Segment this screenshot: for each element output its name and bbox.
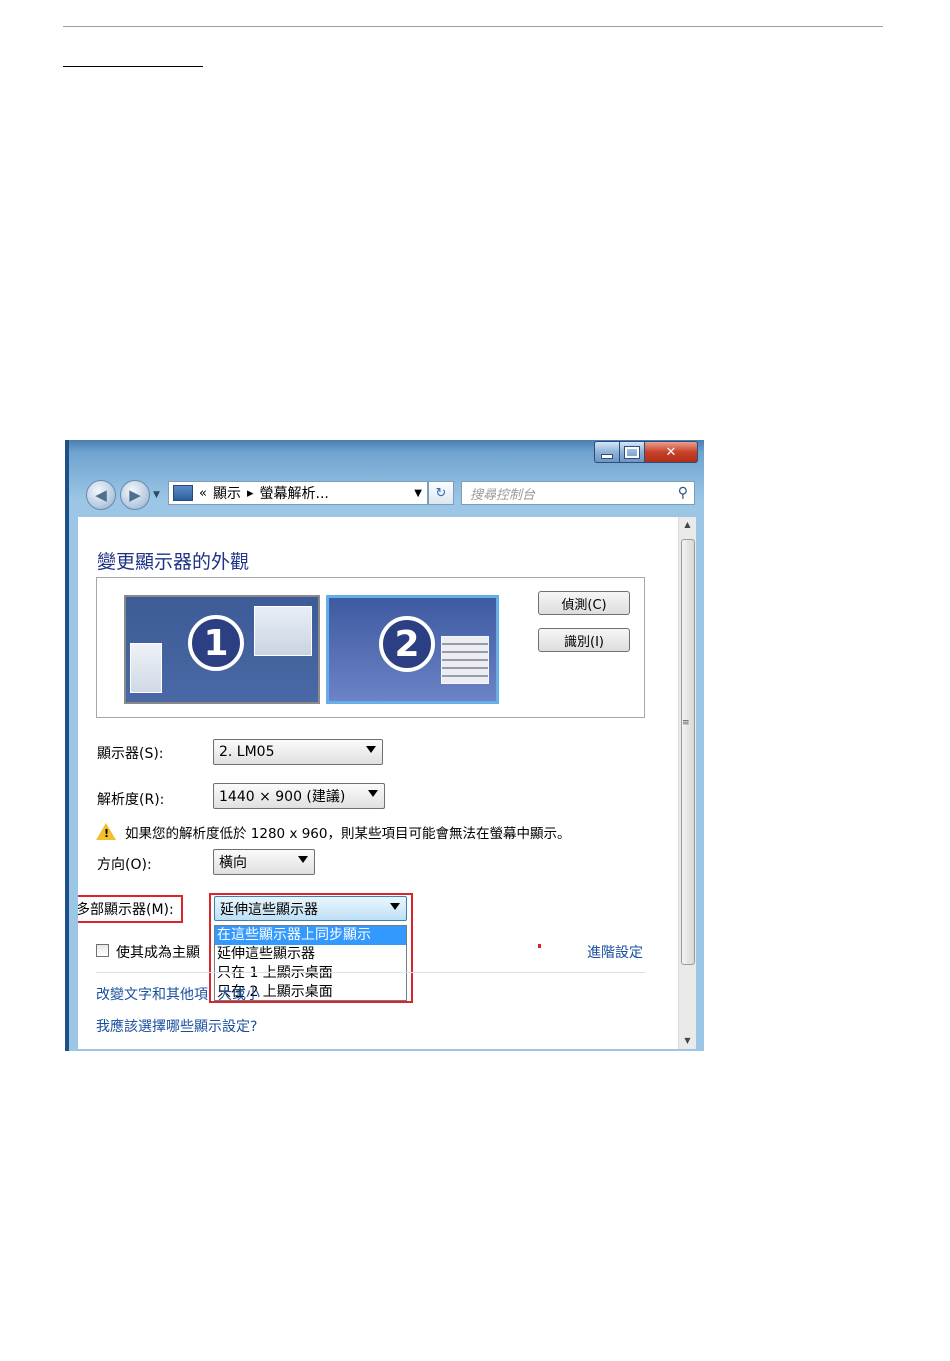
- monitor-number: 2: [379, 616, 435, 672]
- maximize-button[interactable]: [620, 441, 645, 463]
- advanced-settings-link[interactable]: 進階設定: [587, 942, 643, 962]
- divider: [96, 972, 645, 973]
- warning-triangle-icon: [96, 823, 116, 840]
- minimize-icon: [601, 453, 613, 459]
- magnifier-icon[interactable]: ⚲: [678, 485, 688, 501]
- forward-button[interactable]: ▶: [120, 480, 150, 510]
- primary-display-label: 使其成為主顯: [116, 945, 200, 961]
- chevron-down-icon: [298, 856, 308, 863]
- detect-button[interactable]: 偵測(C): [538, 591, 630, 615]
- text-size-link[interactable]: 改變文字和其他項: [96, 984, 208, 1004]
- scroll-down-arrow-icon[interactable]: ▼: [679, 1033, 696, 1049]
- identify-button[interactable]: 識別(I): [538, 628, 630, 652]
- control-panel-icon: [173, 485, 193, 501]
- primary-display-checkbox[interactable]: [96, 944, 109, 957]
- history-dropdown-icon[interactable]: ▼: [153, 490, 160, 500]
- refresh-button[interactable]: ↻: [428, 481, 454, 505]
- search-box[interactable]: 搜尋控制台 ⚲: [461, 481, 695, 505]
- maximize-icon: [624, 445, 640, 459]
- display-label: 顯示器(S):: [97, 746, 164, 762]
- address-bar[interactable]: « 顯示 ▸ 螢幕解析... ▼: [168, 481, 428, 505]
- scroll-grip-icon: ≡: [682, 718, 690, 728]
- address-dropdown-icon[interactable]: ▼: [414, 488, 422, 499]
- orientation-label: 方向(O):: [97, 857, 152, 873]
- chevron-down-icon: [366, 746, 376, 753]
- text-size-link-tail[interactable]: 大或小: [218, 984, 260, 1004]
- monitor-layout: 1 2 偵測(C) 識別(I): [96, 577, 645, 718]
- vertical-scrollbar[interactable]: ▲ ≡ ▼: [678, 517, 696, 1049]
- close-button[interactable]: ✕: [645, 441, 698, 463]
- refresh-icon: ↻: [435, 485, 447, 501]
- minimize-button[interactable]: [594, 441, 620, 463]
- chevron-down-icon: [368, 790, 378, 797]
- window-left-frame: [65, 440, 69, 1051]
- back-button[interactable]: ◀: [86, 480, 116, 510]
- resolution-select[interactable]: 1440 × 900 (建議): [213, 783, 385, 809]
- monitor-number: 1: [188, 615, 244, 671]
- screen-resolution-window: ✕ ◀ ▶ ▼ « 顯示 ▸ 螢幕解析... ▼ ↻ 搜尋控制台 ⚲ 變更顯示器…: [65, 440, 704, 1051]
- display-select[interactable]: 2. LM05: [213, 739, 383, 765]
- resolution-warning: 如果您的解析度低於 1280 x 960，則某些項目可能會無法在螢幕中顯示。: [125, 826, 571, 842]
- navigation-bar: ◀ ▶ ▼ « 顯示 ▸ 螢幕解析... ▼ ↻ 搜尋控制台 ⚲: [83, 478, 695, 512]
- content-pane: 變更顯示器的外觀 1 2 偵測(C) 識別(I) 顯示器(S): 2. LM05…: [78, 517, 678, 1049]
- monitor-1[interactable]: 1: [124, 595, 320, 704]
- arrow-left-icon: ◀: [95, 486, 107, 504]
- orientation-select[interactable]: 橫向: [213, 849, 315, 875]
- display-value: 2. LM05: [219, 744, 275, 760]
- window-thumbnail: [254, 606, 312, 656]
- breadcrumb-screen-resolution[interactable]: 螢幕解析...: [260, 483, 329, 503]
- caption-buttons: ✕: [594, 441, 698, 463]
- page-top-rule: [63, 26, 883, 27]
- annotation-mark: [538, 944, 541, 948]
- resolution-value: 1440 × 900 (建議): [219, 789, 346, 805]
- orientation-value: 橫向: [219, 855, 247, 871]
- page-title: 變更顯示器的外觀: [97, 551, 250, 573]
- page-header-underline: [63, 66, 203, 67]
- search-placeholder[interactable]: 搜尋控制台: [470, 484, 535, 503]
- window-thumbnail: [130, 643, 162, 693]
- breadcrumb-overflow[interactable]: «: [199, 486, 207, 501]
- scroll-thumb[interactable]: [681, 539, 695, 965]
- resolution-label: 解析度(R):: [97, 792, 165, 808]
- close-icon: ✕: [665, 444, 677, 460]
- arrow-right-icon: ▶: [129, 486, 141, 504]
- breadcrumb-display[interactable]: 顯示: [213, 483, 241, 503]
- which-settings-link[interactable]: 我應該選擇哪些顯示設定?: [96, 1016, 257, 1036]
- scroll-up-arrow-icon[interactable]: ▲: [679, 517, 696, 533]
- monitor-2[interactable]: 2: [326, 595, 499, 704]
- calculator-thumbnail: [441, 636, 489, 684]
- multiple-displays-label: 多部顯示器(M):: [78, 902, 174, 918]
- breadcrumb-chevron-icon[interactable]: ▸: [247, 486, 254, 501]
